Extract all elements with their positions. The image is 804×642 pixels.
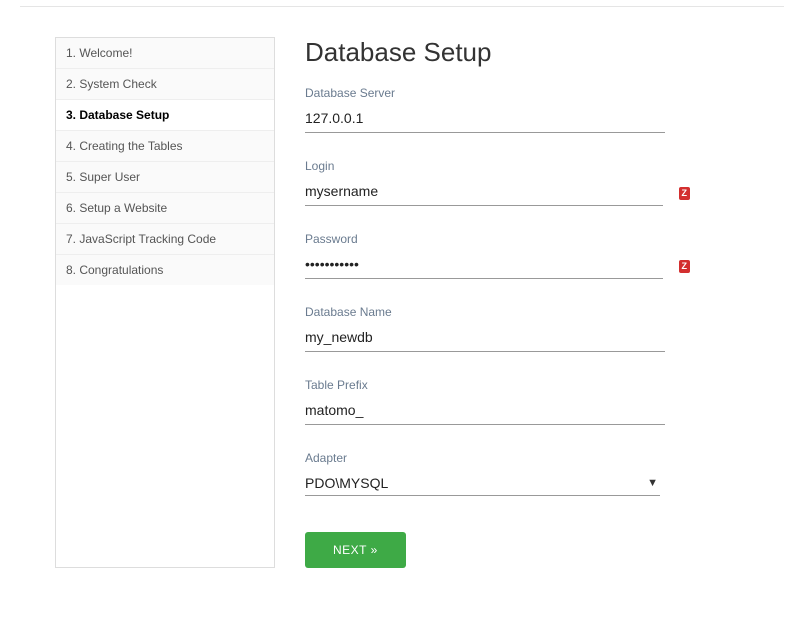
field-database-server: Database Server	[305, 86, 734, 133]
wizard-steps-sidebar: 1. Welcome! 2. System Check 3. Database …	[55, 37, 275, 568]
sidebar-item-tracking-code[interactable]: 7. JavaScript Tracking Code	[56, 224, 274, 255]
field-database-name: Database Name	[305, 305, 734, 352]
sidebar-item-label: 6. Setup a Website	[66, 201, 167, 215]
login-input[interactable]	[305, 181, 663, 201]
sidebar-item-creating-tables[interactable]: 4. Creating the Tables	[56, 131, 274, 162]
sidebar-item-label: 2. System Check	[66, 77, 157, 91]
sidebar-item-setup-website[interactable]: 6. Setup a Website	[56, 193, 274, 224]
password-manager-badge[interactable]: Z	[679, 260, 691, 273]
adapter-select[interactable]: PDO\MYSQL	[305, 473, 660, 493]
sidebar-item-label: 7. JavaScript Tracking Code	[66, 232, 216, 246]
page-title: Database Setup	[305, 37, 734, 68]
field-adapter: Adapter PDO\MYSQL ▼	[305, 451, 734, 496]
field-label: Database Server	[305, 86, 734, 100]
field-login: Login Z	[305, 159, 734, 206]
content-container: 1. Welcome! 2. System Check 3. Database …	[0, 7, 804, 568]
next-button[interactable]: NEXT »	[305, 532, 406, 568]
sidebar-item-database-setup[interactable]: 3. Database Setup	[56, 100, 274, 131]
sidebar-item-label: 8. Congratulations	[66, 263, 163, 277]
password-input[interactable]	[305, 254, 663, 274]
field-label: Login	[305, 159, 734, 173]
sidebar-item-super-user[interactable]: 5. Super User	[56, 162, 274, 193]
sidebar-item-welcome[interactable]: 1. Welcome!	[56, 38, 274, 69]
sidebar-item-congratulations[interactable]: 8. Congratulations	[56, 255, 274, 285]
sidebar-item-label: 3. Database Setup	[66, 108, 169, 122]
sidebar-item-label: 5. Super User	[66, 170, 140, 184]
sidebar-item-label: 4. Creating the Tables	[66, 139, 183, 153]
database-server-input[interactable]	[305, 108, 665, 128]
field-label: Table Prefix	[305, 378, 734, 392]
field-label: Password	[305, 232, 734, 246]
database-name-input[interactable]	[305, 327, 665, 347]
sidebar-item-label: 1. Welcome!	[66, 46, 132, 60]
field-table-prefix: Table Prefix	[305, 378, 734, 425]
field-label: Database Name	[305, 305, 734, 319]
table-prefix-input[interactable]	[305, 400, 665, 420]
main-panel: Database Setup Database Server Login Z P…	[305, 37, 774, 568]
password-manager-badge[interactable]: Z	[679, 187, 691, 200]
field-password: Password Z	[305, 232, 734, 279]
field-label: Adapter	[305, 451, 734, 465]
sidebar-item-system-check[interactable]: 2. System Check	[56, 69, 274, 100]
